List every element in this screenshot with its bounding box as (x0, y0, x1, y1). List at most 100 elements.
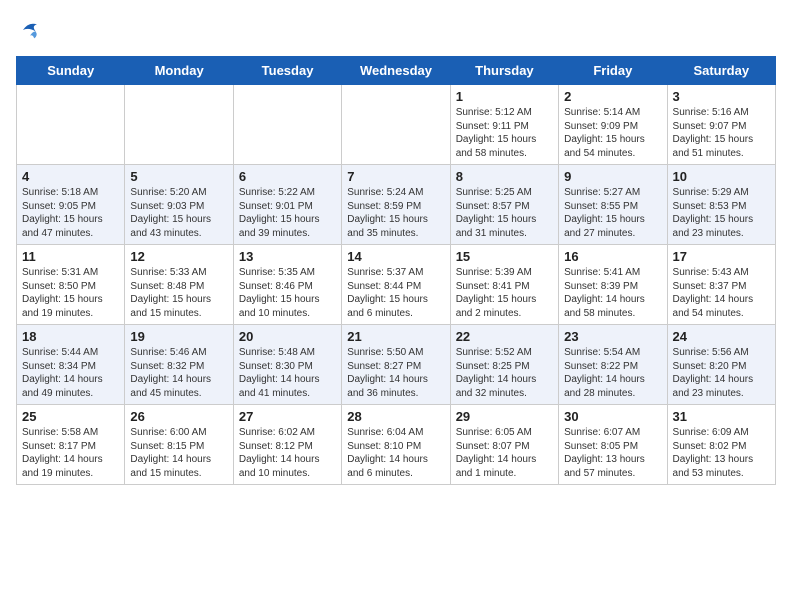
day-number: 3 (673, 89, 770, 104)
day-number: 27 (239, 409, 336, 424)
day-number: 10 (673, 169, 770, 184)
calendar-cell (17, 85, 125, 165)
day-info: Sunrise: 5:54 AMSunset: 8:22 PMDaylight:… (564, 346, 661, 400)
day-info: Sunrise: 5:39 AMSunset: 8:41 PMDaylight:… (456, 266, 553, 320)
calendar-cell: 29 Sunrise: 6:05 AMSunset: 8:07 PMDayligh… (450, 405, 558, 485)
logo-icon (16, 16, 44, 44)
day-number: 30 (564, 409, 661, 424)
calendar-cell: 24 Sunrise: 5:56 AMSunset: 8:20 PMDayligh… (667, 325, 775, 405)
calendar-cell: 28 Sunrise: 6:04 AMSunset: 8:10 PMDayligh… (342, 405, 450, 485)
day-info: Sunrise: 6:04 AMSunset: 8:10 PMDaylight:… (347, 426, 444, 480)
day-info: Sunrise: 6:07 AMSunset: 8:05 PMDaylight:… (564, 426, 661, 480)
day-info: Sunrise: 5:33 AMSunset: 8:48 PMDaylight:… (130, 266, 227, 320)
day-number: 29 (456, 409, 553, 424)
calendar-cell: 23 Sunrise: 5:54 AMSunset: 8:22 PMDayligh… (559, 325, 667, 405)
day-number: 22 (456, 329, 553, 344)
calendar-cell: 7 Sunrise: 5:24 AMSunset: 8:59 PMDaylight… (342, 165, 450, 245)
calendar-table: SundayMondayTuesdayWednesdayThursdayFrid… (16, 56, 776, 485)
calendar-cell: 2 Sunrise: 5:14 AMSunset: 9:09 PMDaylight… (559, 85, 667, 165)
calendar-cell: 6 Sunrise: 5:22 AMSunset: 9:01 PMDaylight… (233, 165, 341, 245)
day-number: 25 (22, 409, 119, 424)
day-info: Sunrise: 5:58 AMSunset: 8:17 PMDaylight:… (22, 426, 119, 480)
day-info: Sunrise: 5:46 AMSunset: 8:32 PMDaylight:… (130, 346, 227, 400)
day-info: Sunrise: 5:56 AMSunset: 8:20 PMDaylight:… (673, 346, 770, 400)
calendar-cell: 25 Sunrise: 5:58 AMSunset: 8:17 PMDayligh… (17, 405, 125, 485)
calendar-cell: 13 Sunrise: 5:35 AMSunset: 8:46 PMDayligh… (233, 245, 341, 325)
day-number: 21 (347, 329, 444, 344)
day-number: 13 (239, 249, 336, 264)
day-info: Sunrise: 5:50 AMSunset: 8:27 PMDaylight:… (347, 346, 444, 400)
day-info: Sunrise: 5:31 AMSunset: 8:50 PMDaylight:… (22, 266, 119, 320)
calendar-cell: 27 Sunrise: 6:02 AMSunset: 8:12 PMDayligh… (233, 405, 341, 485)
day-info: Sunrise: 5:37 AMSunset: 8:44 PMDaylight:… (347, 266, 444, 320)
column-header-sunday: Sunday (17, 57, 125, 85)
day-number: 23 (564, 329, 661, 344)
logo (16, 16, 48, 44)
day-info: Sunrise: 6:02 AMSunset: 8:12 PMDaylight:… (239, 426, 336, 480)
day-info: Sunrise: 5:16 AMSunset: 9:07 PMDaylight:… (673, 106, 770, 160)
day-info: Sunrise: 5:48 AMSunset: 8:30 PMDaylight:… (239, 346, 336, 400)
calendar-cell (125, 85, 233, 165)
calendar-cell: 31 Sunrise: 6:09 AMSunset: 8:02 PMDayligh… (667, 405, 775, 485)
calendar-cell: 22 Sunrise: 5:52 AMSunset: 8:25 PMDayligh… (450, 325, 558, 405)
day-number: 24 (673, 329, 770, 344)
day-info: Sunrise: 5:52 AMSunset: 8:25 PMDaylight:… (456, 346, 553, 400)
calendar-cell: 5 Sunrise: 5:20 AMSunset: 9:03 PMDaylight… (125, 165, 233, 245)
calendar-cell: 10 Sunrise: 5:29 AMSunset: 8:53 PMDayligh… (667, 165, 775, 245)
day-info: Sunrise: 5:27 AMSunset: 8:55 PMDaylight:… (564, 186, 661, 240)
day-number: 2 (564, 89, 661, 104)
calendar-cell: 11 Sunrise: 5:31 AMSunset: 8:50 PMDayligh… (17, 245, 125, 325)
day-number: 5 (130, 169, 227, 184)
calendar-cell: 1Sunrise: 5:12 AMSunset: 9:11 PMDaylight… (450, 85, 558, 165)
day-number: 19 (130, 329, 227, 344)
day-number: 11 (22, 249, 119, 264)
day-info: Sunrise: 5:25 AMSunset: 8:57 PMDaylight:… (456, 186, 553, 240)
day-info: Sunrise: 5:20 AMSunset: 9:03 PMDaylight:… (130, 186, 227, 240)
calendar-cell: 3 Sunrise: 5:16 AMSunset: 9:07 PMDaylight… (667, 85, 775, 165)
calendar-cell: 30 Sunrise: 6:07 AMSunset: 8:05 PMDayligh… (559, 405, 667, 485)
day-info: Sunrise: 5:44 AMSunset: 8:34 PMDaylight:… (22, 346, 119, 400)
day-number: 18 (22, 329, 119, 344)
calendar-cell (342, 85, 450, 165)
day-number: 15 (456, 249, 553, 264)
day-number: 31 (673, 409, 770, 424)
calendar-cell: 18 Sunrise: 5:44 AMSunset: 8:34 PMDayligh… (17, 325, 125, 405)
day-info: Sunrise: 5:24 AMSunset: 8:59 PMDaylight:… (347, 186, 444, 240)
page-header (16, 16, 776, 44)
day-number: 7 (347, 169, 444, 184)
calendar-cell: 19 Sunrise: 5:46 AMSunset: 8:32 PMDayligh… (125, 325, 233, 405)
day-number: 4 (22, 169, 119, 184)
day-number: 12 (130, 249, 227, 264)
day-number: 17 (673, 249, 770, 264)
calendar-cell (233, 85, 341, 165)
column-header-friday: Friday (559, 57, 667, 85)
calendar-cell: 12 Sunrise: 5:33 AMSunset: 8:48 PMDayligh… (125, 245, 233, 325)
day-number: 1 (456, 89, 553, 104)
day-info: Sunrise: 5:35 AMSunset: 8:46 PMDaylight:… (239, 266, 336, 320)
calendar-cell: 17Sunrise: 5:43 AMSunset: 8:37 PMDayligh… (667, 245, 775, 325)
day-number: 28 (347, 409, 444, 424)
day-number: 14 (347, 249, 444, 264)
column-header-monday: Monday (125, 57, 233, 85)
day-info: Sunrise: 5:18 AMSunset: 9:05 PMDaylight:… (22, 186, 119, 240)
day-info: Sunrise: 5:41 AMSunset: 8:39 PMDaylight:… (564, 266, 661, 320)
day-info: Sunrise: 6:09 AMSunset: 8:02 PMDaylight:… (673, 426, 770, 480)
day-info: Sunrise: 6:00 AMSunset: 8:15 PMDaylight:… (130, 426, 227, 480)
day-number: 9 (564, 169, 661, 184)
day-info: Sunrise: 5:29 AMSunset: 8:53 PMDaylight:… (673, 186, 770, 240)
calendar-cell: 9 Sunrise: 5:27 AMSunset: 8:55 PMDaylight… (559, 165, 667, 245)
column-header-thursday: Thursday (450, 57, 558, 85)
day-number: 16 (564, 249, 661, 264)
calendar-cell: 15 Sunrise: 5:39 AMSunset: 8:41 PMDayligh… (450, 245, 558, 325)
day-info: Sunrise: 6:05 AMSunset: 8:07 PMDaylight:… (456, 426, 553, 480)
calendar-cell: 21 Sunrise: 5:50 AMSunset: 8:27 PMDayligh… (342, 325, 450, 405)
calendar-cell: 26 Sunrise: 6:00 AMSunset: 8:15 PMDayligh… (125, 405, 233, 485)
calendar-cell: 8Sunrise: 5:25 AMSunset: 8:57 PMDaylight… (450, 165, 558, 245)
day-info: Sunrise: 5:14 AMSunset: 9:09 PMDaylight:… (564, 106, 661, 160)
day-info: Sunrise: 5:22 AMSunset: 9:01 PMDaylight:… (239, 186, 336, 240)
column-header-wednesday: Wednesday (342, 57, 450, 85)
calendar-cell: 4 Sunrise: 5:18 AMSunset: 9:05 PMDaylight… (17, 165, 125, 245)
day-number: 26 (130, 409, 227, 424)
day-number: 6 (239, 169, 336, 184)
calendar-cell: 14 Sunrise: 5:37 AMSunset: 8:44 PMDayligh… (342, 245, 450, 325)
